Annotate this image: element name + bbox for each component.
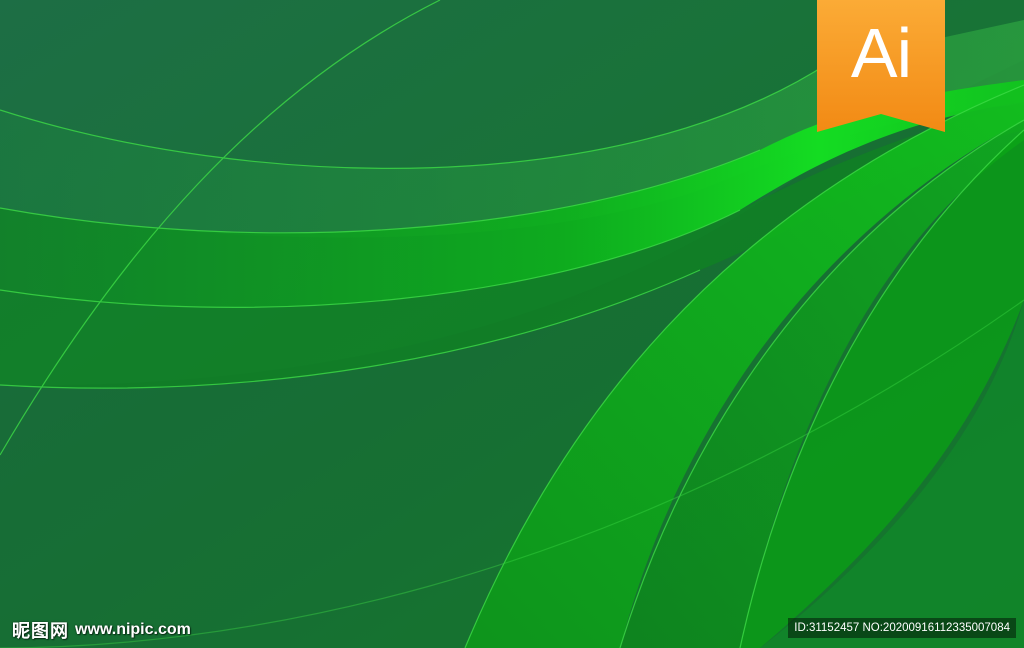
badge-text: Ai xyxy=(850,14,912,92)
adobe-illustrator-badge-icon: Ai xyxy=(817,0,945,132)
watermark-brand-cn: 昵图网 xyxy=(12,621,69,641)
watermark-id-line: ID:31152457 NO:20200916112335007084 xyxy=(788,618,1016,638)
watermark-brand-url: www.nipic.com xyxy=(75,621,191,638)
site-watermark: 昵图网 www.nipic.com xyxy=(12,618,191,642)
